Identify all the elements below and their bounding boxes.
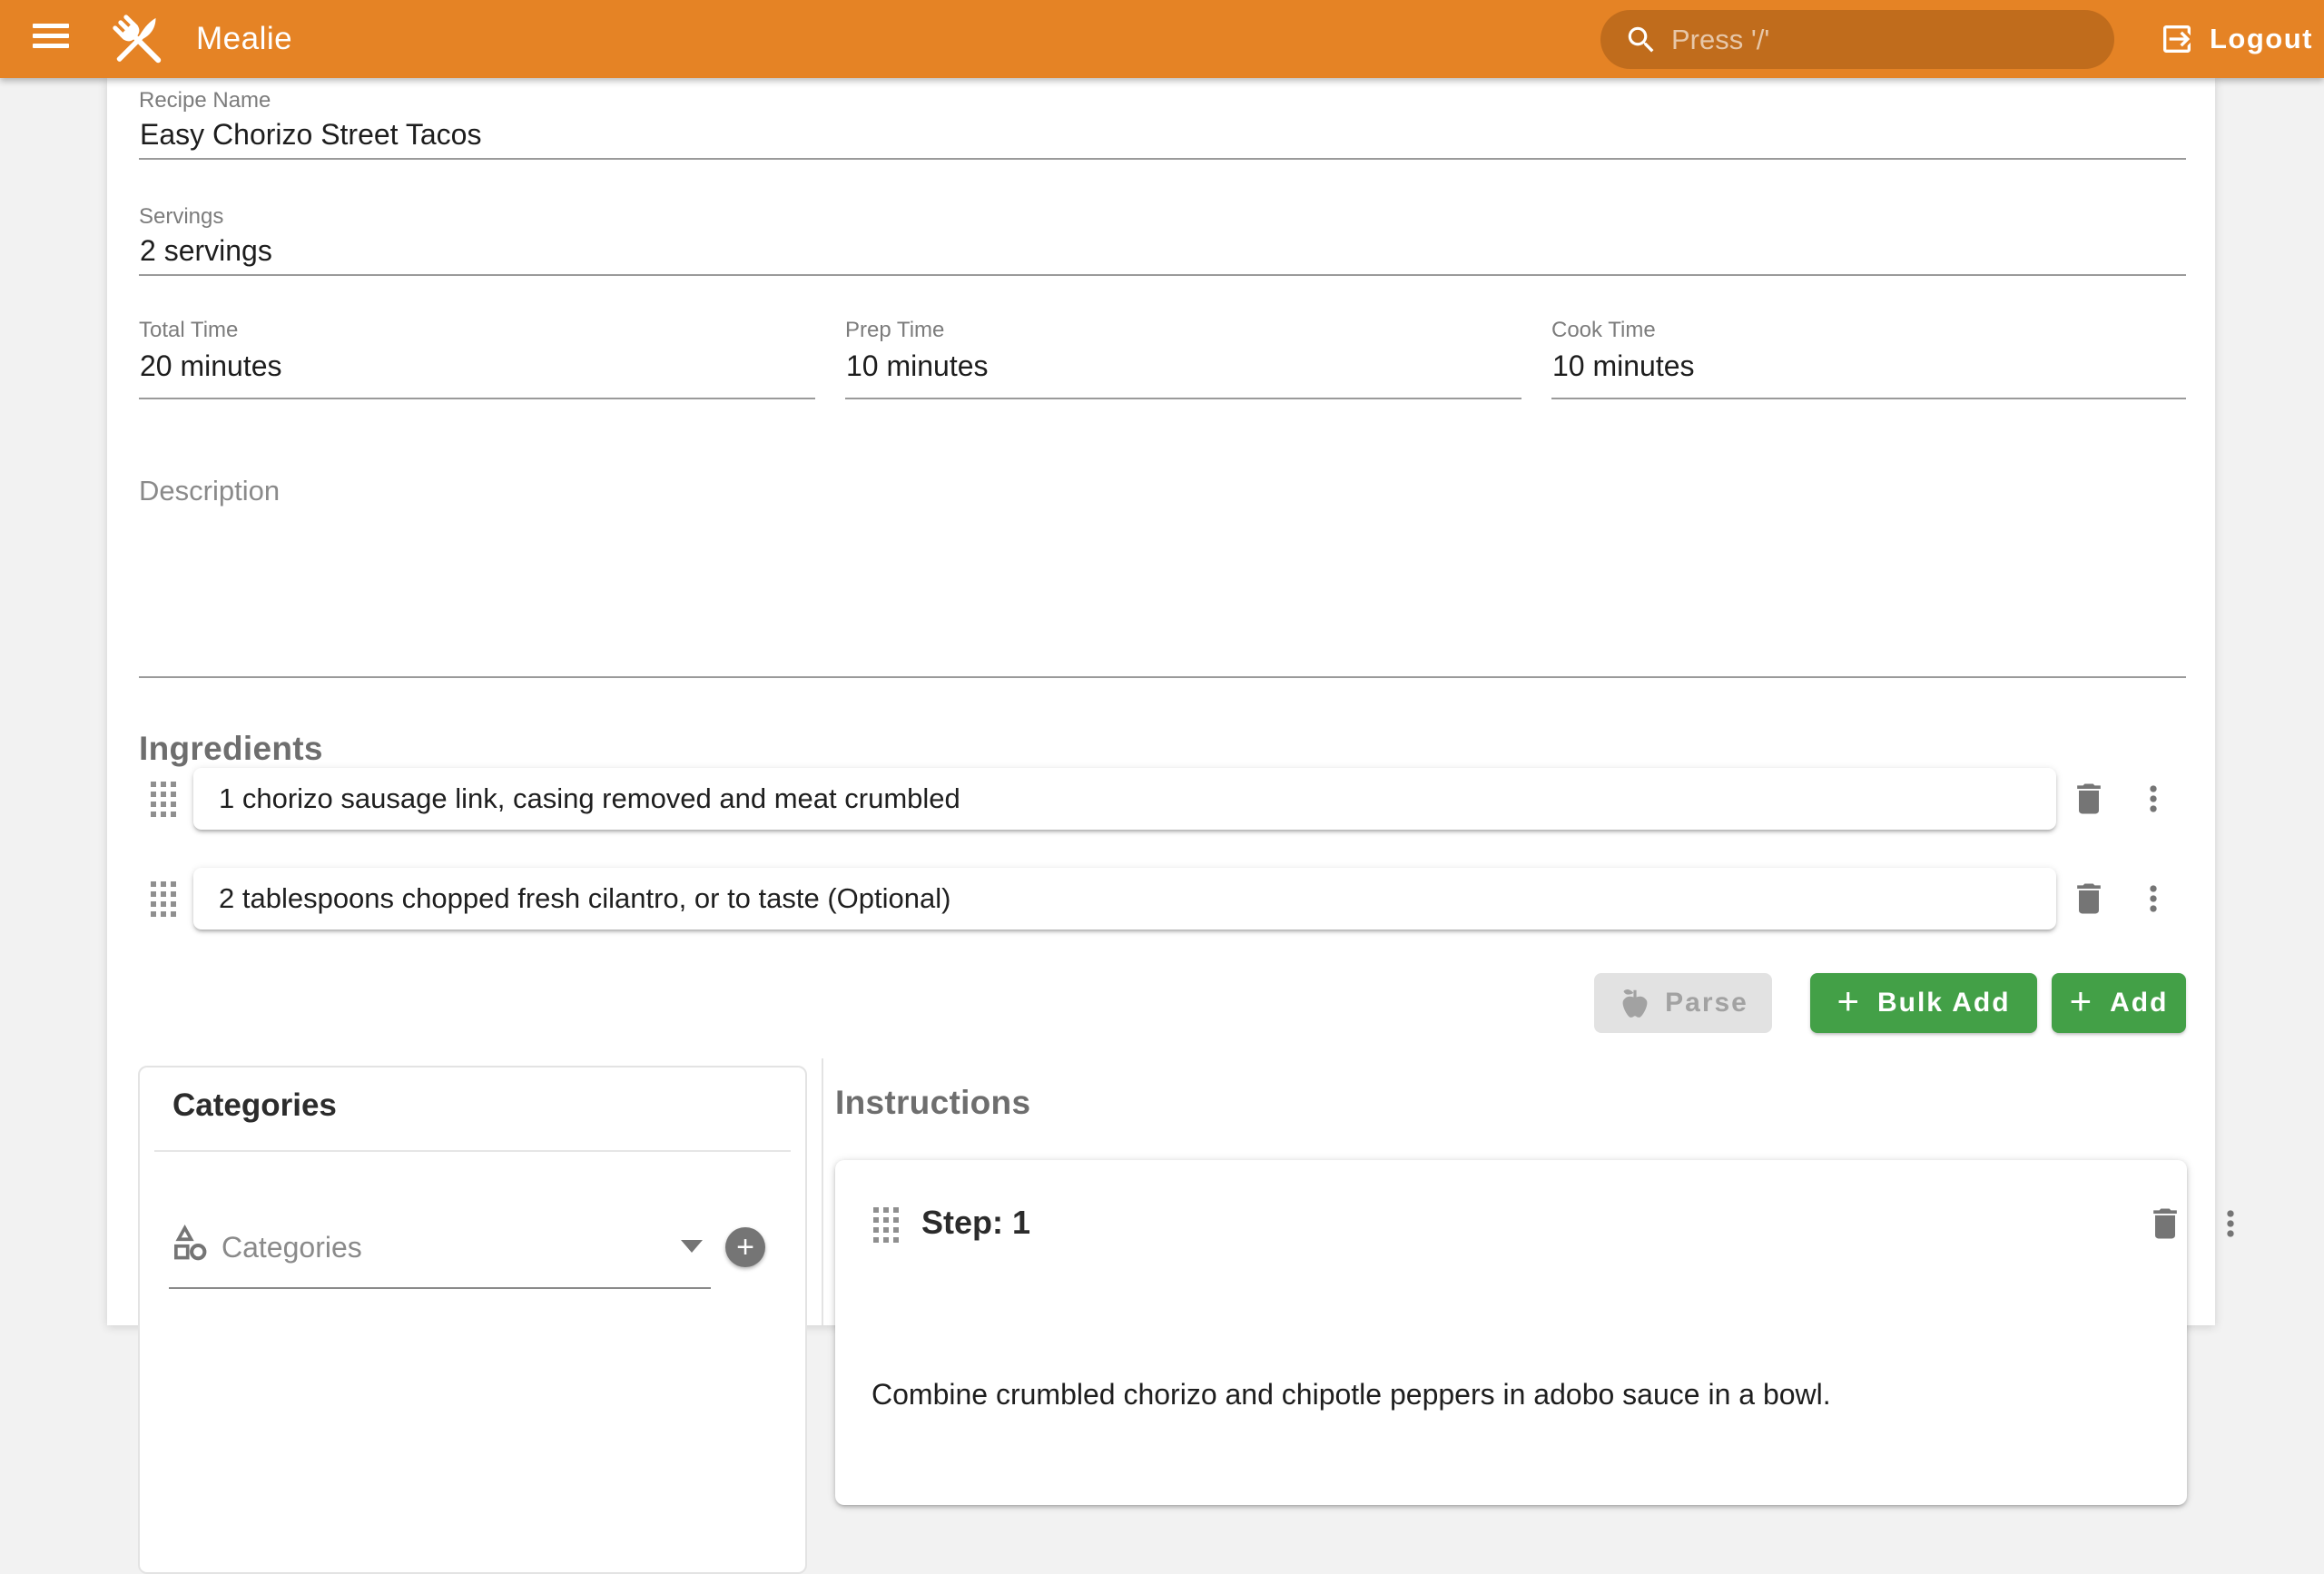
plus-icon: + bbox=[1837, 979, 1861, 1023]
ingredient-menu-button[interactable] bbox=[2129, 774, 2178, 823]
search-icon bbox=[1624, 23, 1659, 57]
servings-input[interactable]: 2 servings bbox=[140, 234, 272, 268]
ingredient-delete-button[interactable] bbox=[2064, 774, 2113, 823]
total-time-input[interactable]: 20 minutes bbox=[140, 349, 282, 383]
mealie-logo-icon bbox=[105, 11, 172, 71]
servings-label: Servings bbox=[139, 204, 223, 230]
cook-time-label: Cook Time bbox=[1551, 318, 1656, 343]
categories-select[interactable]: Categories bbox=[222, 1231, 362, 1264]
parse-label: Parse bbox=[1665, 988, 1748, 1018]
kebab-menu-icon bbox=[2133, 879, 2173, 919]
kebab-menu-icon bbox=[2133, 779, 2173, 819]
column-divider bbox=[822, 1058, 823, 1325]
cook-time-underline bbox=[1551, 398, 2186, 399]
logout-icon bbox=[2159, 21, 2195, 57]
ingredient-delete-button[interactable] bbox=[2064, 874, 2113, 923]
trash-icon bbox=[2069, 779, 2109, 819]
parse-button[interactable]: Parse bbox=[1594, 973, 1772, 1033]
step-title: Step: 1 bbox=[921, 1204, 1030, 1242]
app-title: Mealie bbox=[196, 0, 292, 78]
categories-select-underline bbox=[169, 1287, 711, 1289]
apple-icon bbox=[1618, 986, 1652, 1020]
add-label: Add bbox=[2110, 988, 2168, 1018]
recipe-name-underline bbox=[139, 158, 2186, 160]
instruction-step-card: Step: 1 Combine crumbled chorizo and chi… bbox=[835, 1160, 2187, 1505]
bulk-add-button[interactable]: + Bulk Add bbox=[1810, 973, 2037, 1033]
instructions-heading: Instructions bbox=[835, 1084, 1030, 1122]
logout-label: Logout bbox=[2210, 23, 2313, 55]
search-input[interactable]: Press '/' bbox=[1600, 10, 2114, 69]
prep-time-underline bbox=[845, 398, 1521, 399]
ingredients-heading: Ingredients bbox=[139, 730, 323, 768]
shapes-icon bbox=[171, 1224, 211, 1264]
ingredient-input[interactable]: 1 chorizo sausage link, casing removed a… bbox=[193, 768, 2056, 830]
recipe-editor-card: Recipe Name Easy Chorizo Street Tacos Se… bbox=[107, 78, 2215, 1325]
description-underline bbox=[139, 676, 2186, 678]
step-text-input[interactable]: Combine crumbled chorizo and chipotle pe… bbox=[872, 1378, 1831, 1412]
menu-icon[interactable] bbox=[31, 22, 78, 62]
prep-time-label: Prep Time bbox=[845, 318, 944, 343]
kebab-menu-icon bbox=[2211, 1204, 2250, 1244]
cook-time-input[interactable]: 10 minutes bbox=[1552, 349, 1695, 383]
ingredient-text: 2 tablespoons chopped fresh cilantro, or… bbox=[219, 882, 950, 915]
recipe-name-label: Recipe Name bbox=[139, 88, 271, 113]
description-label: Description bbox=[139, 475, 280, 507]
trash-icon bbox=[2069, 879, 2109, 919]
categories-divider bbox=[154, 1150, 791, 1152]
bulk-add-label: Bulk Add bbox=[1877, 988, 2011, 1018]
servings-underline bbox=[139, 274, 2186, 276]
ingredient-drag-handle[interactable] bbox=[151, 881, 176, 917]
app-header: Mealie Press '/' Logout bbox=[0, 0, 2324, 78]
ingredient-text: 1 chorizo sausage link, casing removed a… bbox=[219, 782, 960, 815]
ingredient-input[interactable]: 2 tablespoons chopped fresh cilantro, or… bbox=[193, 868, 2056, 930]
add-button[interactable]: + Add bbox=[2052, 973, 2186, 1033]
add-category-button[interactable]: + bbox=[725, 1227, 765, 1267]
step-delete-button[interactable] bbox=[2141, 1199, 2190, 1248]
categories-card: Categories Categories + bbox=[138, 1066, 807, 1574]
logout-button[interactable]: Logout bbox=[2159, 0, 2313, 78]
ingredient-menu-button[interactable] bbox=[2129, 874, 2178, 923]
total-time-underline bbox=[139, 398, 815, 399]
step-drag-handle[interactable] bbox=[873, 1207, 899, 1243]
categories-heading: Categories bbox=[172, 1087, 337, 1124]
step-menu-button[interactable] bbox=[2206, 1199, 2255, 1248]
recipe-name-input[interactable]: Easy Chorizo Street Tacos bbox=[140, 118, 481, 152]
chevron-down-icon[interactable] bbox=[681, 1240, 703, 1253]
ingredient-drag-handle[interactable] bbox=[151, 782, 176, 817]
trash-icon bbox=[2145, 1204, 2185, 1244]
total-time-label: Total Time bbox=[139, 318, 238, 343]
prep-time-input[interactable]: 10 minutes bbox=[846, 349, 989, 383]
search-placeholder: Press '/' bbox=[1671, 24, 1769, 56]
plus-icon: + bbox=[2070, 979, 2094, 1023]
